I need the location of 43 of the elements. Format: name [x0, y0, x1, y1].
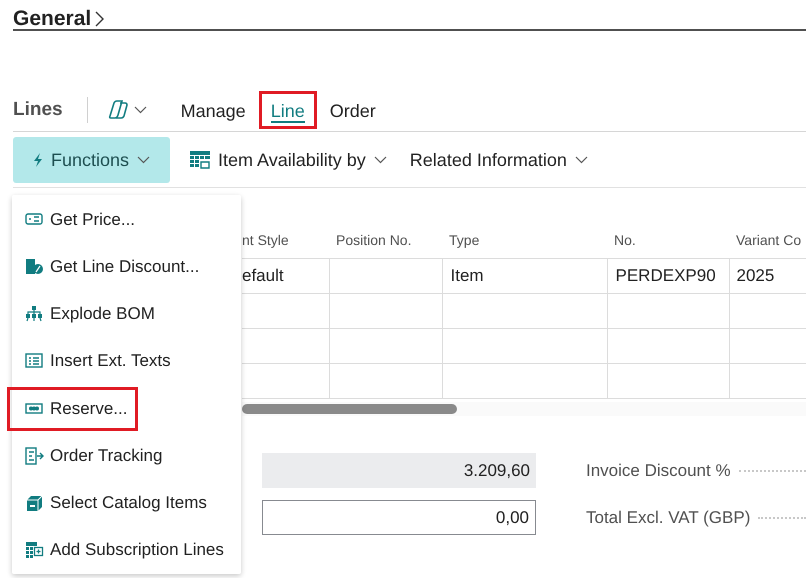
- discount-icon: [25, 258, 44, 276]
- field-label: Invoice Discount %: [586, 460, 731, 480]
- menu-item[interactable]: Order Tracking: [7, 434, 174, 478]
- chevron-icon[interactable]: [95, 11, 104, 27]
- chevron-icon: [137, 156, 150, 164]
- table-cell: Item: [442, 258, 607, 294]
- menu-item[interactable]: Add Subscription Lines: [7, 528, 235, 572]
- action-button[interactable]: Item Availability by: [187, 137, 390, 183]
- menu-item[interactable]: Get Line Discount...: [7, 244, 210, 289]
- column-header[interactable]: No.: [614, 232, 636, 248]
- column-header[interactable]: Type: [449, 232, 480, 248]
- section-title: General: [13, 7, 92, 31]
- tab[interactable]: Line: [258, 91, 317, 129]
- lines-title: Lines: [13, 99, 63, 121]
- value-field: 3.209,60: [262, 453, 536, 488]
- tracking-icon: [25, 446, 44, 465]
- action-button[interactable]: Functions: [13, 137, 170, 183]
- input-field[interactable]: 0,00: [262, 500, 536, 535]
- table-icon: [190, 151, 210, 169]
- field-label: Total Excl. VAT (GBP): [586, 508, 750, 528]
- column-header[interactable]: Variant Co: [736, 232, 802, 248]
- hierarchy-icon: [25, 305, 44, 324]
- scrollbar-thumb[interactable]: [242, 404, 457, 414]
- tab[interactable]: Manage: [168, 91, 258, 129]
- column-header[interactable]: Position No.: [336, 232, 412, 248]
- chevron-icon: [374, 156, 387, 164]
- column-header[interactable]: nt Style: [242, 232, 289, 248]
- lightning-icon: [33, 153, 43, 167]
- menu-item[interactable]: Explode BOM: [7, 292, 166, 336]
- menu-item[interactable]: Reserve...: [7, 386, 138, 431]
- tab[interactable]: Order: [318, 91, 388, 129]
- menu-item[interactable]: Insert Ext. Texts: [7, 339, 182, 384]
- menu-item[interactable]: Get Price...: [7, 198, 146, 242]
- table-cell: PERDEXP90: [607, 258, 729, 294]
- table-cell: 2025: [729, 258, 806, 294]
- list-icon: [25, 352, 44, 370]
- table-cell: efault: [242, 258, 329, 294]
- box-icon: [25, 494, 44, 512]
- chevron-icon: [134, 106, 147, 114]
- menu-item[interactable]: Select Catalog Items: [7, 481, 218, 526]
- action-button[interactable]: Related Information: [406, 137, 591, 183]
- grid-add-icon: [25, 541, 44, 560]
- chevron-icon: [574, 156, 588, 164]
